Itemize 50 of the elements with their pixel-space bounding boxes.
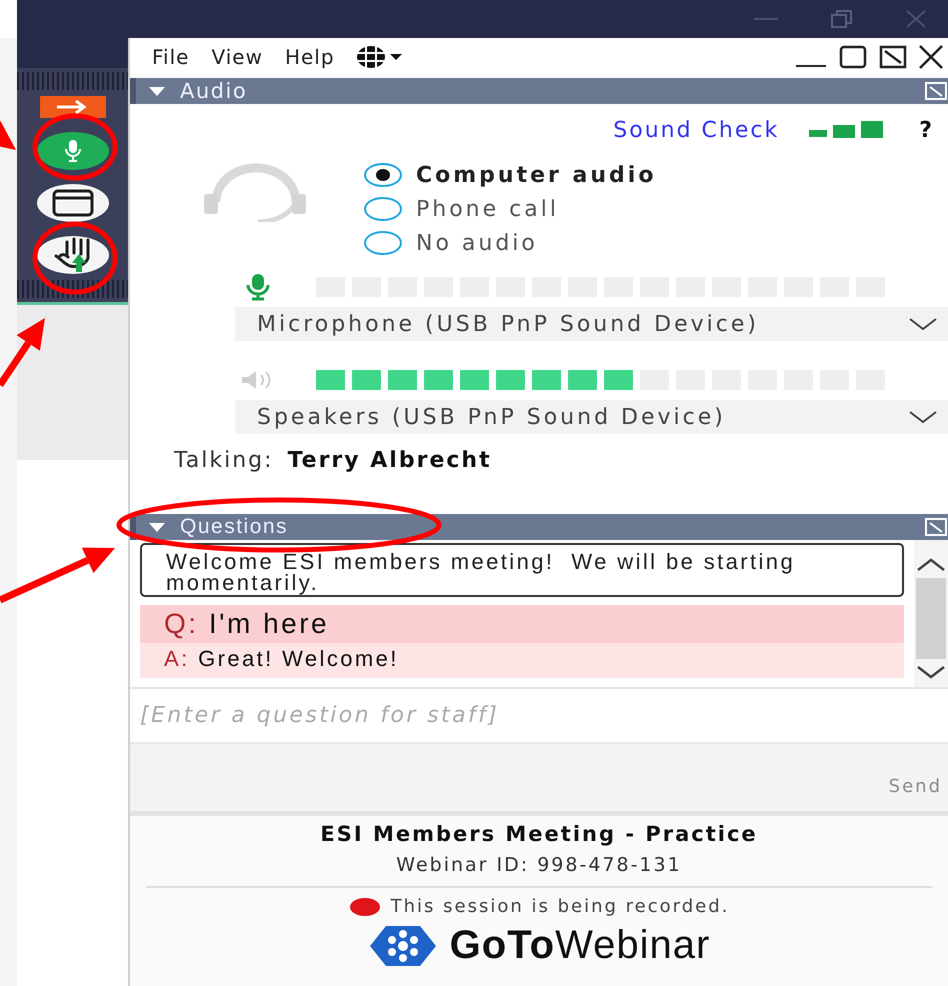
talking-label: Talking:: [174, 448, 274, 473]
menu-item[interactable]: View: [203, 43, 271, 71]
globe-icon: [354, 44, 387, 70]
webinar-id: Webinar ID: 998-478-131: [396, 854, 682, 876]
radio-option[interactable]: No audio: [364, 226, 656, 260]
maximize-icon[interactable]: [838, 44, 868, 70]
chevron-down-icon[interactable]: [916, 665, 946, 679]
scrollbar[interactable]: [914, 540, 948, 687]
radio-button[interactable]: [364, 163, 402, 187]
collapse-icon[interactable]: [148, 85, 166, 97]
product-logo: GoToWebinar: [450, 923, 710, 968]
help-button[interactable]: ?: [915, 118, 936, 142]
window-icon: [52, 189, 94, 217]
announcement-message: Welcome ESI members meeting! We will be starting momentarily.: [140, 543, 904, 597]
grip-handle[interactable]: [17, 280, 128, 298]
sound-check-link[interactable]: Sound Check: [613, 118, 780, 142]
microphone-button[interactable]: [36, 132, 108, 170]
microphone-icon: [62, 139, 82, 163]
logo-icon: [368, 924, 438, 968]
send-button: Send: [882, 776, 948, 797]
radio-option[interactable]: Computer audio: [364, 158, 656, 192]
annotation-arrow: [0, 120, 16, 150]
recording-notice: This session is being recorded.: [390, 896, 730, 917]
answer-label: A:: [164, 646, 190, 671]
annotation-arrow: [0, 318, 45, 387]
popout-icon[interactable]: [878, 44, 908, 70]
question-text: I'm here: [208, 608, 330, 639]
chevron-down-icon: [908, 410, 938, 424]
radio-option[interactable]: Phone call: [364, 192, 656, 226]
signal-bars-icon: [809, 121, 886, 139]
close-icon[interactable]: [918, 44, 944, 70]
question-label: Q:: [164, 608, 199, 639]
section-title: Audio: [180, 79, 248, 103]
radio-button[interactable]: [364, 231, 402, 255]
menu-item[interactable]: Help: [276, 43, 343, 71]
radio-button[interactable]: [364, 197, 402, 221]
menu-item[interactable]: File: [144, 43, 198, 71]
meeting-title: ESI Members Meeting - Practice: [320, 822, 758, 846]
caret-icon: [388, 53, 403, 61]
section-title: Questions: [180, 515, 288, 539]
chevron-up-icon[interactable]: [916, 558, 946, 572]
recording-icon: [348, 896, 381, 916]
microphone-dropdown[interactable]: Microphone (USB PnP Sound Device): [235, 307, 948, 341]
speaker-dropdown[interactable]: Speakers (USB PnP Sound Device): [235, 400, 948, 434]
chevron-down-icon: [908, 317, 938, 331]
answer-text: Great! Welcome!: [198, 646, 399, 671]
exit-button[interactable]: [40, 96, 106, 118]
speaker-name: Terry Albrecht: [288, 448, 492, 473]
collapse-icon[interactable]: [148, 521, 166, 533]
raise-hand-button[interactable]: [36, 236, 108, 274]
